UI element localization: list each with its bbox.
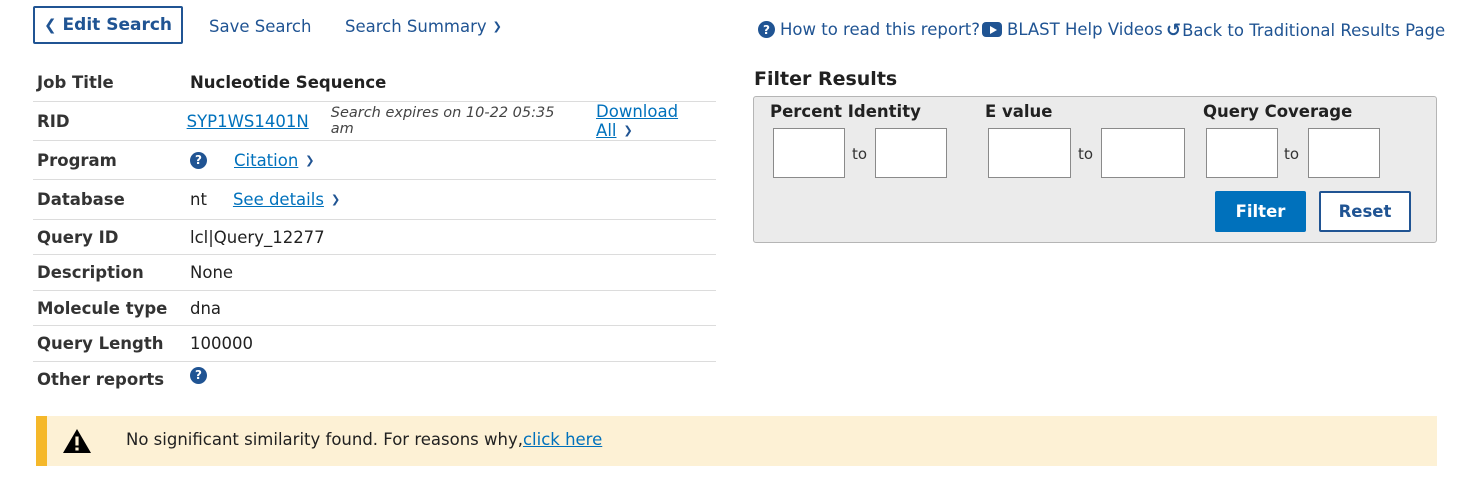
percent-identity-max-input[interactable] — [875, 128, 947, 178]
citation-label: Citation — [234, 150, 299, 170]
row-molecule-type: Molecule type dna — [33, 291, 716, 326]
query-id-label: Query ID — [37, 227, 119, 247]
molecule-type-label: Molecule type — [37, 298, 168, 318]
filter-button[interactable]: Filter — [1215, 191, 1306, 232]
chevron-down-icon: ❯ — [305, 153, 315, 167]
row-rid: RID SYP1WS1401N Search expires on 10-22 … — [33, 102, 716, 141]
search-summary-dropdown[interactable]: Search Summary ❯ — [345, 17, 502, 36]
row-query-id: Query ID lcl|Query_12277 — [33, 220, 716, 255]
filter-results-title: Filter Results — [754, 68, 898, 90]
to-label: to — [1284, 145, 1300, 163]
row-database: Database nt See details ❯ — [33, 180, 716, 220]
warning-icon — [63, 429, 91, 453]
query-coverage-min-input[interactable] — [1206, 128, 1278, 178]
video-icon — [982, 22, 1002, 37]
other-reports-label: Other reports — [37, 369, 165, 389]
query-coverage-label: Query Coverage — [1203, 102, 1353, 121]
row-job-title: Job Title Nucleotide Sequence — [33, 64, 716, 102]
query-coverage-max-input[interactable] — [1308, 128, 1380, 178]
molecule-type-value: dna — [190, 298, 222, 318]
row-other-reports: Other reports ? — [33, 362, 716, 396]
query-length-value: 100000 — [190, 334, 253, 353]
see-details-label: See details — [232, 190, 324, 209]
description-label: Description — [37, 263, 144, 282]
citation-dropdown[interactable]: Citation ❯ — [234, 151, 315, 170]
edit-search-label: Edit Search — [62, 15, 173, 35]
chevron-left-icon: ❮ — [43, 16, 57, 34]
rid-link[interactable]: SYP1WS1401N — [187, 112, 309, 131]
job-title-label: Job Title — [37, 73, 114, 92]
chevron-down-icon: ❯ — [492, 20, 502, 33]
evalue-max-input[interactable] — [1101, 128, 1185, 178]
how-to-read-link[interactable]: ? How to read this report? — [758, 20, 980, 39]
filter-panel: Percent Identity E value Query Coverage … — [753, 96, 1437, 243]
to-label: to — [852, 145, 868, 163]
download-all-dropdown[interactable]: Download All ❯ — [596, 102, 716, 140]
evalue-min-input[interactable] — [988, 128, 1071, 178]
help-icon: ? — [758, 21, 775, 38]
job-title-value: Nucleotide Sequence — [190, 73, 387, 92]
database-value: nt — [190, 190, 207, 209]
click-here-link[interactable]: click here — [523, 430, 602, 449]
row-program: Program ? Citation ❯ — [33, 141, 716, 180]
save-search-link[interactable]: Save Search — [209, 17, 311, 36]
percent-identity-min-input[interactable] — [773, 128, 845, 178]
see-details-dropdown[interactable]: See details ❯ — [233, 190, 340, 209]
back-traditional-link[interactable]: ↺ Back to Traditional Results Page — [1166, 20, 1445, 41]
how-to-read-label: How to read this report? — [780, 20, 980, 39]
database-label: Database — [37, 190, 125, 209]
rid-label: RID — [37, 111, 70, 131]
description-value: None — [190, 263, 234, 282]
chevron-down-icon: ❯ — [623, 124, 633, 137]
program-help-icon[interactable]: ? — [190, 151, 207, 169]
back-traditional-label: Back to Traditional Results Page — [1182, 21, 1446, 40]
chevron-down-icon: ❯ — [330, 193, 341, 206]
query-id-value: lcl|Query_12277 — [190, 227, 325, 247]
search-info-table: Job Title Nucleotide Sequence RID SYP1WS… — [33, 64, 716, 396]
rid-expires: Search expires on 10-22 05:35 am — [330, 105, 555, 137]
evalue-label: E value — [985, 102, 1053, 121]
help-videos-label: BLAST Help Videos — [1007, 20, 1163, 39]
reset-button[interactable]: Reset — [1319, 191, 1411, 232]
no-results-text: No significant similarity found. For rea… — [126, 430, 523, 449]
search-summary-label: Search Summary — [345, 17, 487, 36]
edit-search-button[interactable]: ❮ Edit Search — [33, 6, 183, 44]
row-description: Description None — [33, 255, 716, 291]
program-label: Program — [37, 150, 117, 170]
no-results-alert: No significant similarity found. For rea… — [36, 416, 1437, 466]
percent-identity-label: Percent Identity — [770, 102, 921, 121]
other-reports-help-icon[interactable]: ? — [190, 366, 207, 384]
to-label: to — [1078, 145, 1094, 163]
query-length-label: Query Length — [37, 334, 164, 353]
no-results-message: No significant similarity found. For rea… — [126, 430, 602, 449]
undo-icon: ↺ — [1166, 20, 1182, 41]
help-videos-link[interactable]: BLAST Help Videos — [982, 20, 1163, 39]
row-query-length: Query Length 100000 — [33, 326, 716, 362]
download-all-label: Download All — [596, 102, 679, 140]
